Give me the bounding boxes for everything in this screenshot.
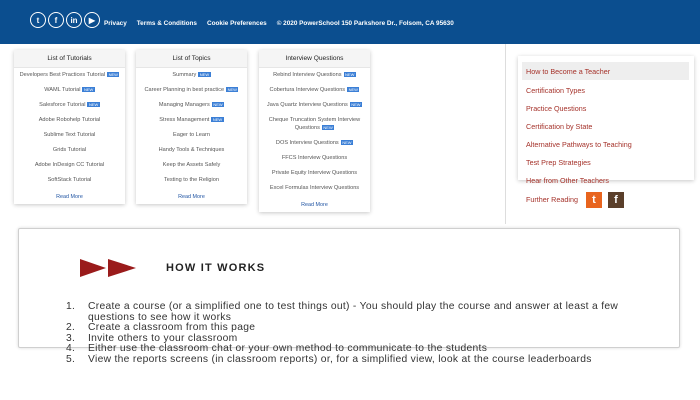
twitter-icon[interactable]: t: [586, 192, 602, 208]
list-item[interactable]: Grids Tutorial: [17, 147, 122, 155]
read-more-link[interactable]: Read More: [14, 194, 125, 204]
tutorials-list: Developers Best Practices Tutorial NEW WA…: [14, 68, 125, 194]
step-item: 5. View the reports screens (in classroom…: [66, 353, 592, 365]
terms-link[interactable]: Terms & Conditions: [137, 20, 197, 27]
list-item[interactable]: Excel Formulas Interview Questions: [262, 185, 367, 193]
column-divider: [505, 44, 506, 224]
list-item[interactable]: Sublime Text Tutorial: [17, 132, 122, 140]
social-links: t f in ▶: [30, 12, 100, 28]
topics-list: Summary NEW Career Planning in best pract…: [136, 68, 247, 194]
tutorials-card: List of Tutorials Developers Best Practi…: [14, 50, 125, 204]
card-title: List of Topics: [136, 50, 247, 68]
new-badge: NEW: [211, 117, 224, 123]
new-badge: NEW: [340, 139, 354, 145]
footer-links: Privacy Terms & Conditions Cookie Prefer…: [104, 20, 454, 27]
card-title: Interview Questions: [259, 50, 370, 68]
interview-questions-card: Interview Questions Rebind Interview Que…: [259, 50, 370, 212]
step-item: 1. Create a course (or a simplified one t…: [66, 301, 619, 323]
list-item[interactable]: Testing to the Religion: [139, 177, 244, 185]
double-arrow-icon: [80, 259, 136, 277]
read-more-link[interactable]: Read More: [136, 194, 247, 204]
list-item[interactable]: FFCS Interview Questions: [262, 155, 367, 163]
topics-card: List of Topics Summary NEW Career Plannin…: [136, 50, 247, 204]
list-item[interactable]: Keep the Assets Safely: [139, 162, 244, 170]
menu-item-hear-from-teachers[interactable]: Hear from Other Teachers: [526, 176, 609, 185]
privacy-link[interactable]: Privacy: [104, 20, 127, 27]
copyright-text: © 2020 PowerSchool 150 Parkshore Dr., Fo…: [276, 20, 454, 27]
further-reading-label[interactable]: Further Reading: [526, 195, 578, 204]
list-item[interactable]: SoftStack Tutorial: [17, 177, 122, 185]
new-badge: NEW: [343, 72, 356, 78]
list-item[interactable]: Cheque Truncation System Interview Quest…: [262, 117, 367, 132]
list-item[interactable]: Rebind Interview Questions NEW: [262, 72, 367, 80]
list-item[interactable]: Cobertura Interview Questions NEW: [262, 87, 367, 95]
menu-item-certification-types[interactable]: Certification Types: [526, 86, 585, 95]
list-item[interactable]: Career Planning in best practice NEW: [139, 87, 244, 95]
new-badge: NEW: [349, 102, 363, 108]
menu-item-alternative-pathways[interactable]: Alternative Pathways to Teaching: [526, 140, 632, 149]
twitter-icon[interactable]: t: [30, 12, 46, 28]
list-item[interactable]: Managing Managers NEW: [139, 102, 244, 110]
card-title: List of Tutorials: [14, 50, 125, 68]
list-item[interactable]: Salesforce Tutorial NEW: [17, 102, 122, 110]
list-item[interactable]: Developers Best Practices Tutorial NEW: [17, 72, 122, 80]
new-badge: NEW: [87, 102, 100, 108]
new-badge: NEW: [347, 87, 360, 93]
steps-list: 1. Create a course (or a simplified one t…: [66, 301, 666, 366]
linkedin-icon[interactable]: in: [66, 12, 82, 28]
read-more-link[interactable]: Read More: [259, 202, 370, 212]
menu-item-certification-by-state[interactable]: Certification by State: [526, 122, 592, 131]
list-item[interactable]: Summary NEW: [139, 72, 244, 80]
list-item[interactable]: Stress Management NEW: [139, 117, 244, 125]
new-badge: NEW: [198, 72, 211, 78]
interview-questions-list: Rebind Interview Questions NEW Cobertura …: [259, 68, 370, 202]
facebook-icon[interactable]: f: [608, 192, 624, 208]
list-item[interactable]: WAML Tutorial NEW: [17, 87, 122, 95]
new-badge: NEW: [211, 102, 225, 108]
youtube-icon[interactable]: ▶: [84, 12, 100, 28]
new-badge: NEW: [82, 87, 95, 93]
new-badge: NEW: [107, 72, 120, 78]
menu-item-practice-questions[interactable]: Practice Questions: [526, 104, 586, 113]
list-item[interactable]: Private Equity Interview Questions: [262, 170, 367, 178]
menu-item-test-prep[interactable]: Test Prep Strategies: [526, 158, 591, 167]
list-item[interactable]: Eager to Learn: [139, 132, 244, 140]
cookie-preferences-link[interactable]: Cookie Preferences: [207, 20, 267, 27]
new-badge: NEW: [321, 124, 335, 130]
list-item[interactable]: DOS Interview Questions NEW: [262, 140, 367, 148]
list-item[interactable]: Adobe Robohelp Tutorial: [17, 117, 122, 125]
menu-item-become-teacher[interactable]: How to Become a Teacher: [526, 67, 610, 76]
list-item[interactable]: Handy Tools & Techniques: [139, 147, 244, 155]
facebook-icon[interactable]: f: [48, 12, 64, 28]
how-it-works-title: HOW IT WORKS: [166, 262, 266, 274]
list-item[interactable]: Adobe InDesign CC Tutorial: [17, 162, 122, 170]
list-item[interactable]: Java Quartz Interview Questions NEW: [262, 102, 367, 110]
footer-bar: t f in ▶ Privacy Terms & Conditions Cook…: [0, 0, 700, 44]
new-badge: NEW: [226, 87, 239, 93]
